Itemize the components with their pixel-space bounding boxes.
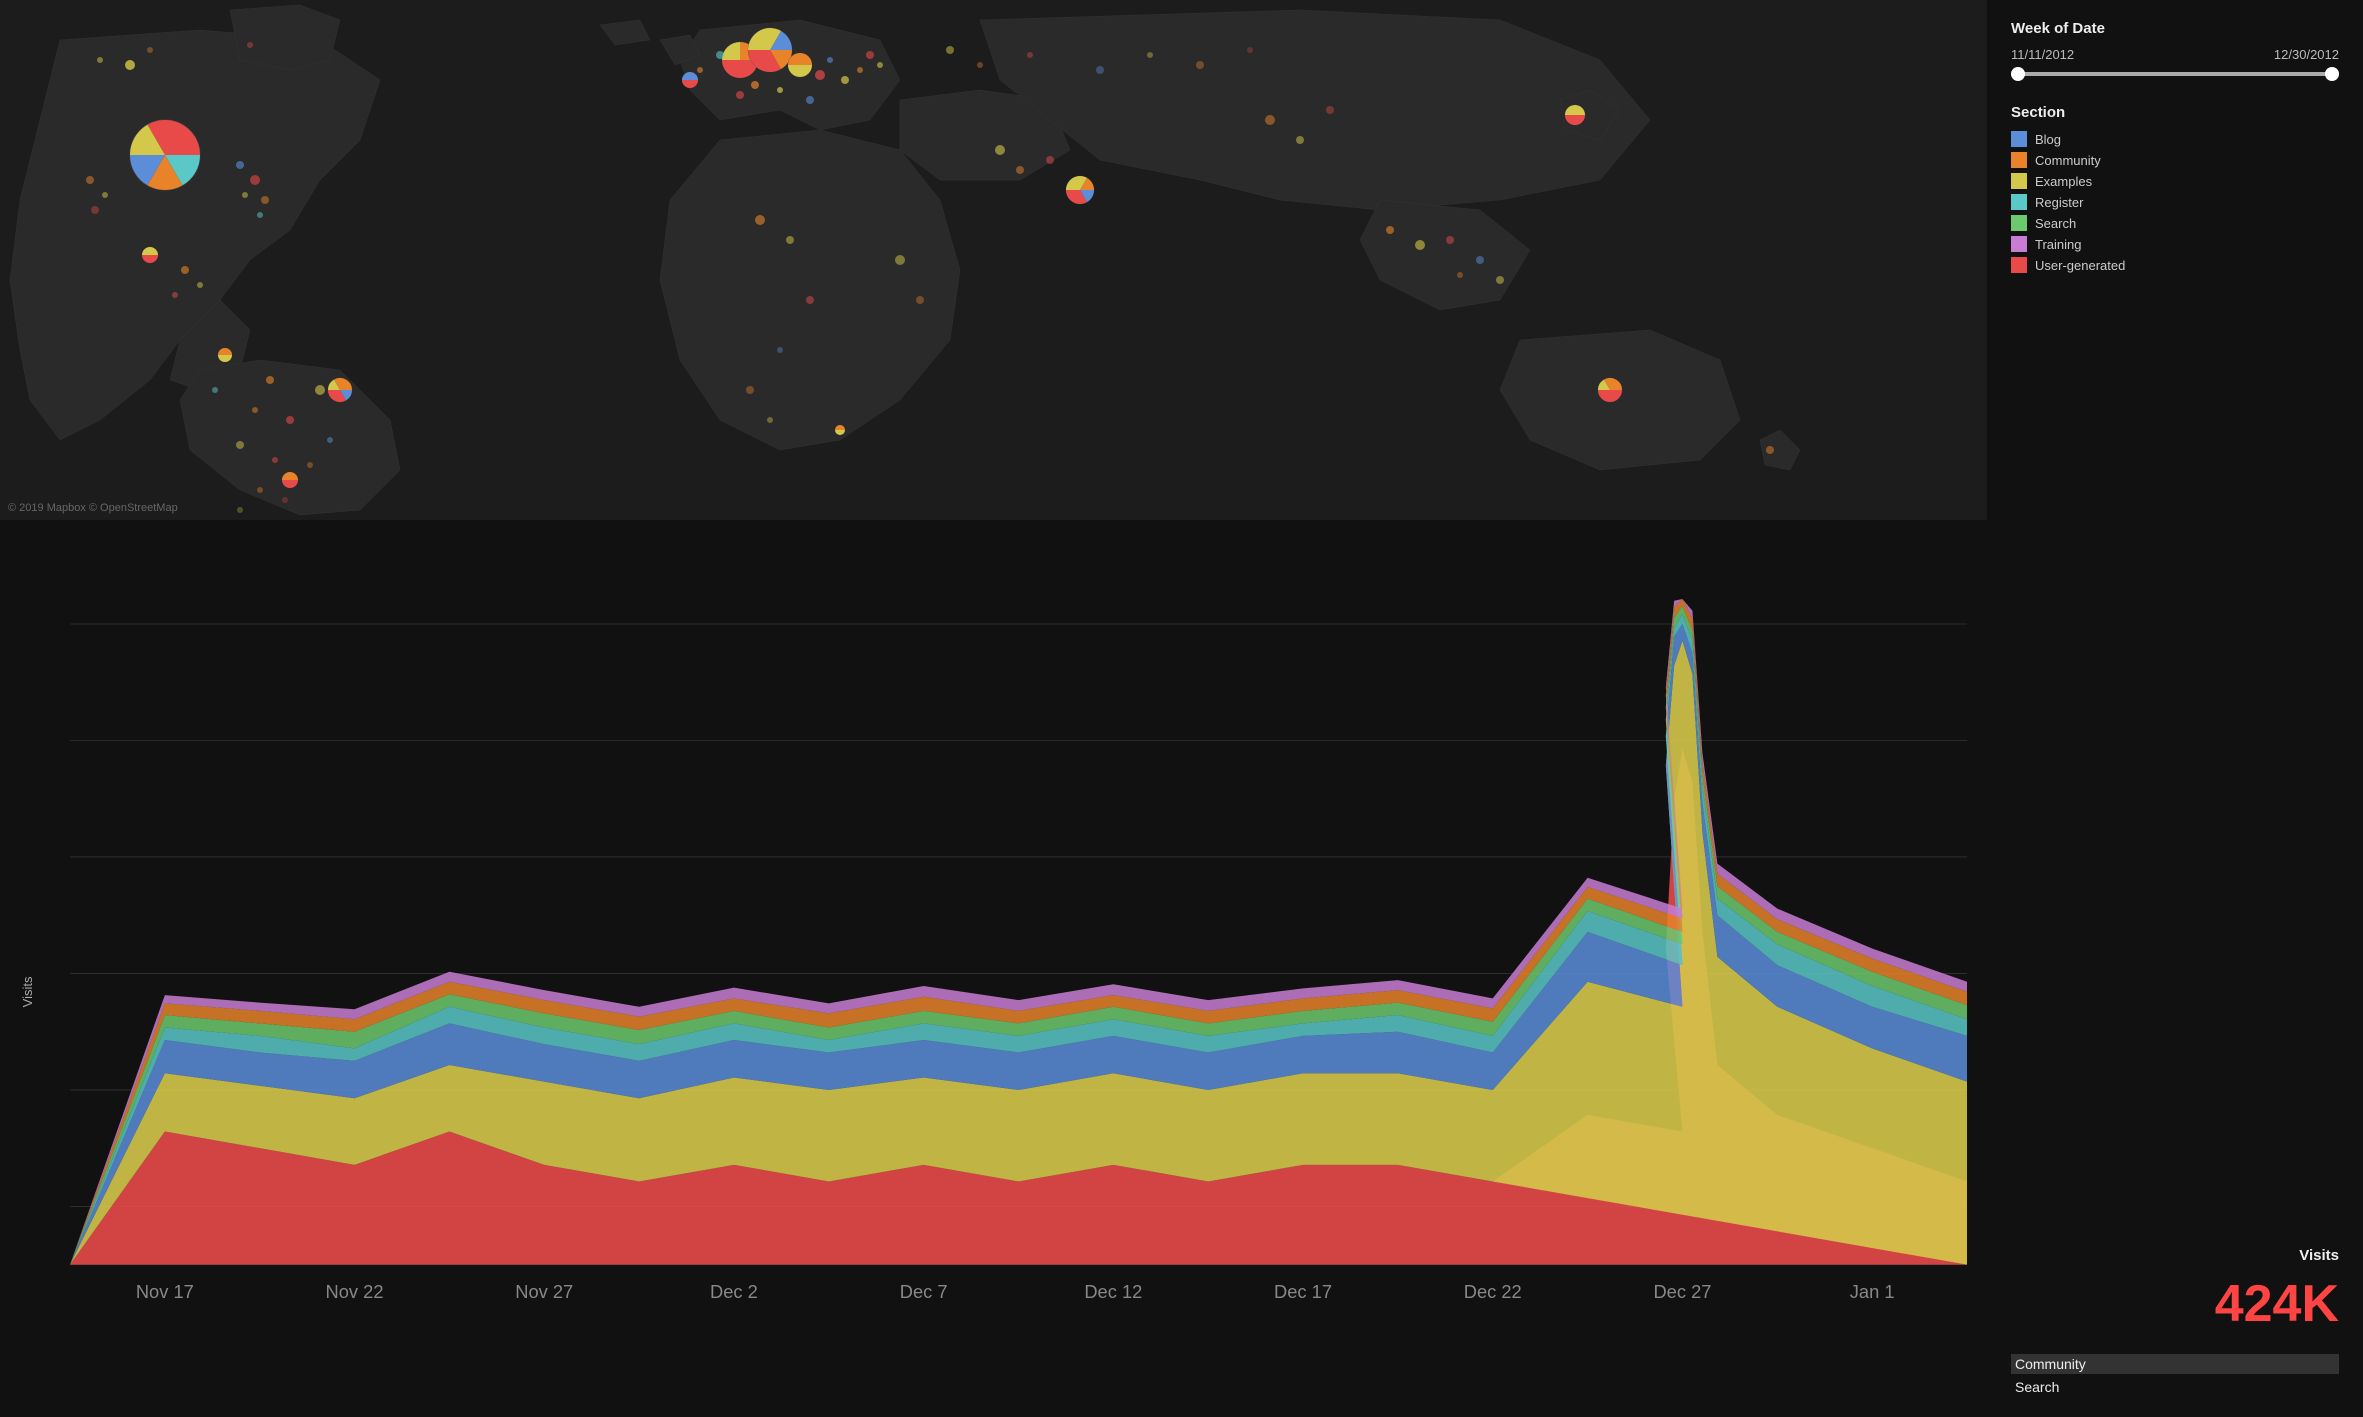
section-highlight: Community Search	[2011, 1354, 2339, 1397]
legend-swatch	[2011, 215, 2027, 231]
world-map	[0, 0, 1987, 520]
legend-swatch	[2011, 173, 2027, 189]
chart-y-label: Visits	[20, 976, 35, 1007]
visits-chart: 30K 25K 20K 15K 10K 5K 0K	[70, 540, 1967, 1357]
svg-text:Dec 17: Dec 17	[1274, 1281, 1332, 1302]
map-container[interactable]: © 2019 Mapbox © OpenStreetMap	[0, 0, 1987, 520]
slider-thumb-right[interactable]	[2325, 67, 2339, 81]
svg-text:Nov 17: Nov 17	[136, 1281, 194, 1302]
visits-value: 424K	[2011, 1274, 2339, 1334]
main-layout: © 2019 Mapbox © OpenStreetMap Visits 30K…	[0, 0, 2363, 1417]
svg-text:Nov 22: Nov 22	[326, 1281, 384, 1302]
legend-label: Search	[2035, 216, 2076, 231]
date-start: 11/11/2012	[2011, 47, 2074, 62]
legend-label: Training	[2035, 237, 2081, 252]
legend-item-training[interactable]: Training	[2011, 236, 2339, 252]
legend-label: Community	[2035, 153, 2101, 168]
svg-text:Dec 27: Dec 27	[1653, 1281, 1711, 1302]
chart-container: Visits 30K 25K 20K 15K 10K 5K 0K	[0, 520, 1987, 1417]
legend-label: Examples	[2035, 174, 2092, 189]
legend-swatch	[2011, 131, 2027, 147]
right-panel: Week of Date 11/11/2012 12/30/2012 Secti…	[1987, 0, 2363, 1417]
legend-item-user-generated[interactable]: User-generated	[2011, 257, 2339, 273]
legend-item-search[interactable]: Search	[2011, 215, 2339, 231]
week-of-date-section: Week of Date 11/11/2012 12/30/2012	[2011, 20, 2339, 84]
legend-label: User-generated	[2035, 258, 2125, 273]
section-legend-title: Section	[2011, 104, 2339, 121]
section-legend: Section Blog Community Examples Register Sea…	[2011, 104, 2339, 273]
slider-thumb-left[interactable]	[2011, 67, 2025, 81]
date-slider[interactable]	[2011, 72, 2339, 76]
legend-item-blog[interactable]: Blog	[2011, 131, 2339, 147]
legend-label: Blog	[2035, 132, 2061, 147]
legend-item-community[interactable]: Community	[2011, 152, 2339, 168]
visits-label: Visits	[2011, 1247, 2339, 1264]
map-attribution: © 2019 Mapbox © OpenStreetMap	[8, 502, 178, 514]
svg-text:Jan 1: Jan 1	[1850, 1281, 1895, 1302]
legend-label: Register	[2035, 195, 2083, 210]
svg-text:Dec 12: Dec 12	[1084, 1281, 1142, 1302]
left-panel: © 2019 Mapbox © OpenStreetMap Visits 30K…	[0, 0, 1987, 1417]
svg-text:Nov 27: Nov 27	[515, 1281, 573, 1302]
legend-swatch	[2011, 194, 2027, 210]
visits-section: Visits 424K	[2011, 1247, 2339, 1334]
svg-text:Dec 22: Dec 22	[1464, 1281, 1522, 1302]
search-highlight[interactable]: Search	[2011, 1377, 2339, 1397]
date-end: 12/30/2012	[2274, 47, 2339, 62]
legend-swatch	[2011, 152, 2027, 168]
svg-text:Dec 2: Dec 2	[710, 1281, 758, 1302]
legend-swatch	[2011, 236, 2027, 252]
legend-item-examples[interactable]: Examples	[2011, 173, 2339, 189]
week-of-date-title: Week of Date	[2011, 20, 2339, 37]
legend-item-register[interactable]: Register	[2011, 194, 2339, 210]
legend-swatch	[2011, 257, 2027, 273]
legend-items: Blog Community Examples Register Search Train…	[2011, 131, 2339, 273]
community-highlight[interactable]: Community	[2011, 1354, 2339, 1374]
svg-text:Dec 7: Dec 7	[900, 1281, 948, 1302]
